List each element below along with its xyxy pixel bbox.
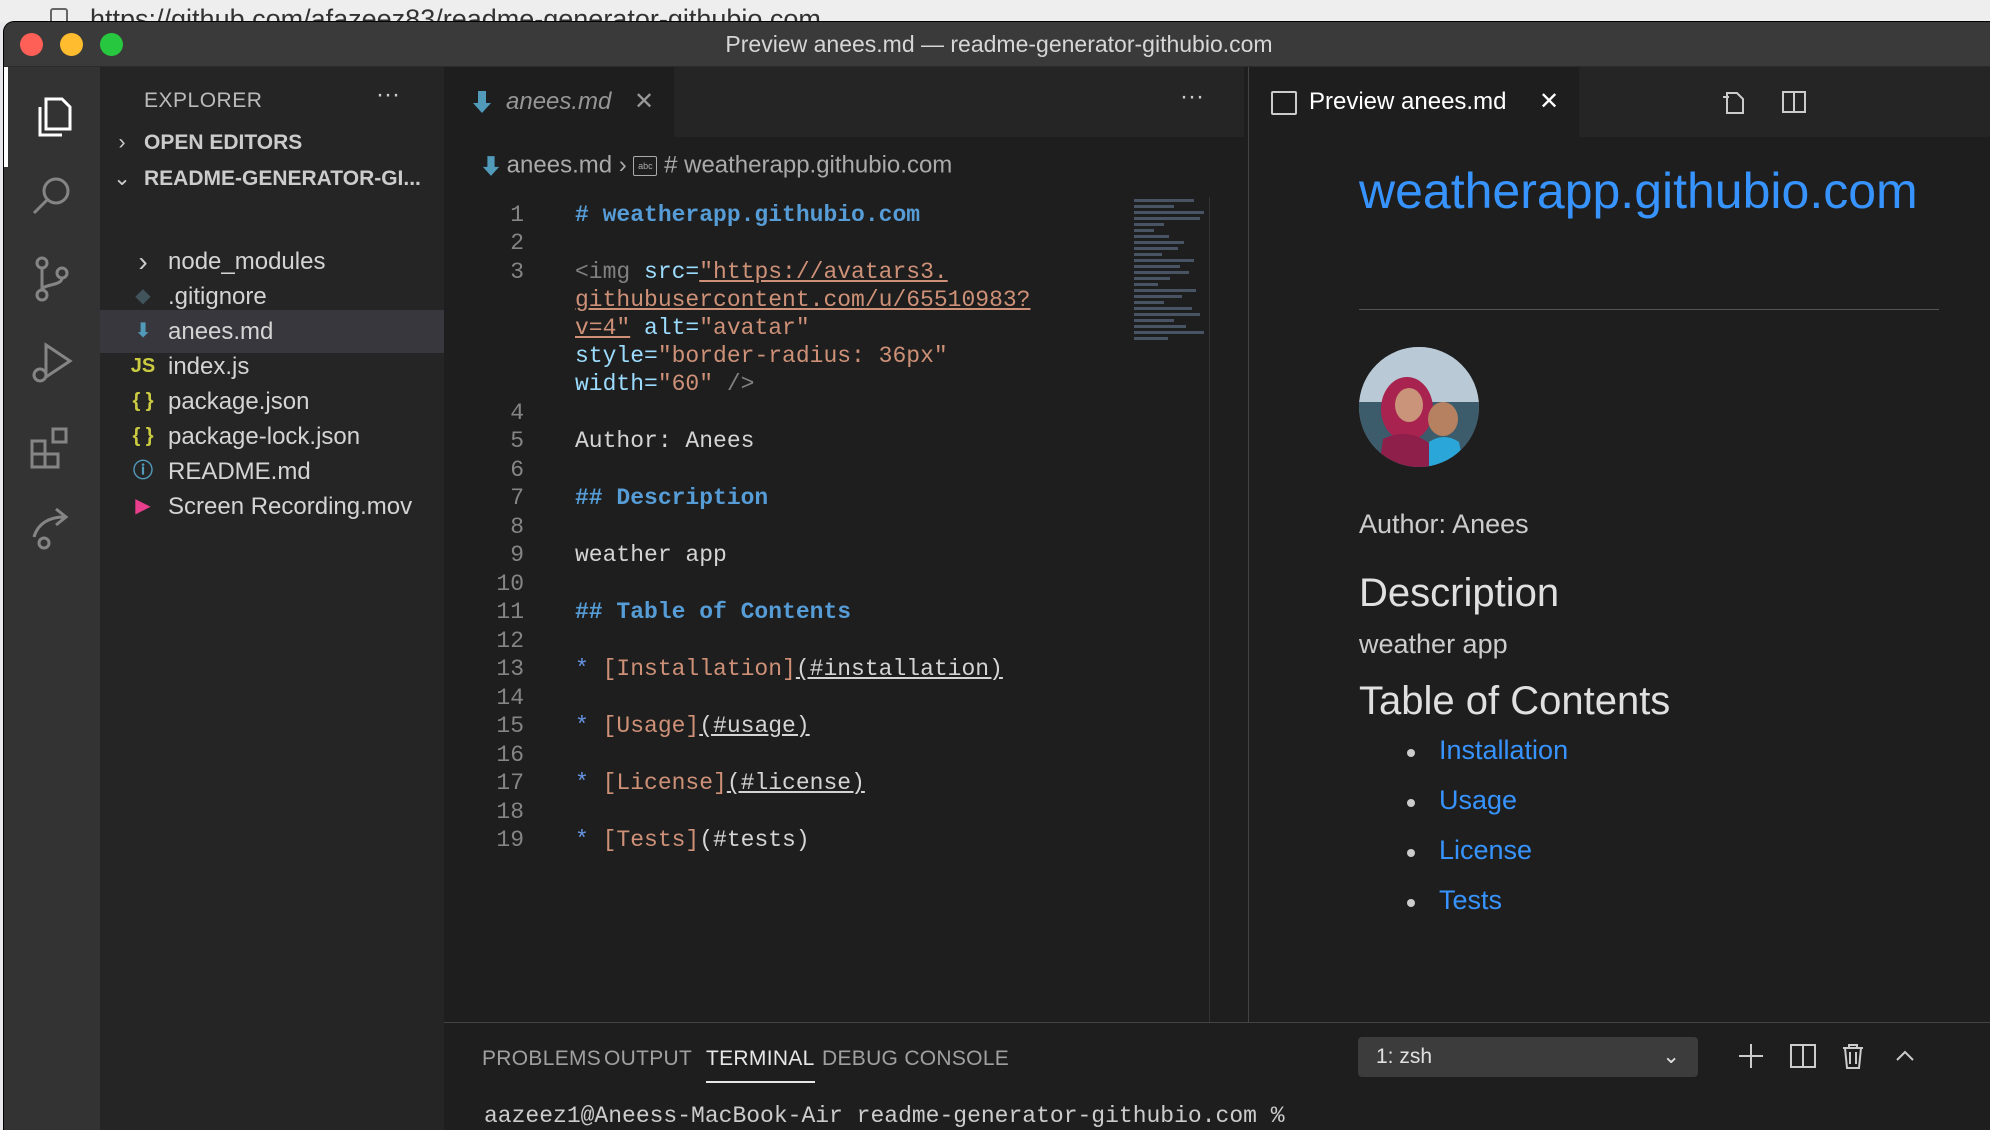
add-terminal-icon[interactable]: [1734, 1039, 1768, 1073]
preview-icon: [1271, 91, 1297, 115]
toc-link[interactable]: Tests: [1406, 885, 1502, 916]
chevron-down-icon: ⌄: [1662, 1045, 1680, 1068]
file-name: Screen Recording.mov: [168, 493, 413, 520]
editor-tabs: anees.md ✕ ···: [444, 67, 1244, 137]
explorer-header: EXPLORER: [144, 89, 263, 112]
preview-title: weatherapp.githubio.com: [1359, 163, 1918, 219]
title-bar: Preview anees.md — readme-generator-gith…: [4, 22, 1990, 67]
line-number: 3: [510, 259, 524, 285]
vscode-window: Preview anees.md — readme-generator-gith…: [4, 22, 1990, 1130]
split-terminal-icon[interactable]: [1786, 1039, 1820, 1073]
chevron-right-icon: ›: [118, 131, 126, 154]
close-tab-icon[interactable]: ✕: [1539, 67, 1559, 137]
code-line: * [Tests](#tests): [575, 827, 810, 853]
breadcrumb-symbol[interactable]: # weatherapp.githubio.com: [664, 152, 952, 179]
code-line: weather app: [575, 542, 727, 568]
lock-icon: [50, 8, 68, 22]
avatar: [1359, 347, 1479, 467]
panel-tab-terminal[interactable]: TERMINAL: [706, 1047, 815, 1083]
markdown-icon: [482, 155, 500, 176]
code-line: # weatherapp.githubio.com: [575, 202, 921, 228]
live-share-icon[interactable]: [4, 479, 100, 579]
breadcrumb-separator: ›: [618, 151, 627, 179]
string-symbol-icon: abc: [633, 155, 658, 176]
code-line: ## Table of Contents: [575, 599, 852, 625]
tab-anees-md[interactable]: anees.md ✕: [444, 67, 674, 137]
markdown-preview: Preview anees.md ✕ weatherapp.githubio.c…: [1248, 67, 1990, 1022]
trash-icon[interactable]: [1836, 1039, 1870, 1073]
vertical-scrollbar[interactable]: [1209, 197, 1210, 1022]
code-line: * [License](#license): [575, 770, 865, 796]
code-line: * [Usage](#usage): [575, 713, 810, 739]
panel-tab-output[interactable]: OUTPUT: [604, 1047, 692, 1071]
preview-tabs: Preview anees.md ✕: [1249, 67, 1990, 137]
close-tab-icon[interactable]: ✕: [634, 67, 654, 137]
code-line: ## Description: [575, 485, 769, 511]
panel-tab-debug-console[interactable]: DEBUG CONSOLE: [822, 1047, 1009, 1071]
toc-link[interactable]: License: [1406, 835, 1532, 866]
split-editor-icon[interactable]: [1781, 89, 1807, 115]
more-actions-icon[interactable]: ···: [1180, 83, 1204, 111]
preview-description: weather app: [1359, 629, 1508, 659]
terminal-prompt[interactable]: aazeez1@Aneess-MacBook-Air readme-genera…: [484, 1103, 1285, 1129]
divider: [1359, 309, 1939, 310]
preview-heading-description: Description: [1359, 571, 1560, 615]
toc-link[interactable]: Usage: [1406, 785, 1517, 816]
breadcrumb: anees.md › abc # weatherapp.githubio.com: [482, 151, 952, 180]
code-line: * [Installation](#installation): [575, 656, 1003, 682]
browser-url[interactable]: https://github.com/afazeez83/readme-gene…: [90, 6, 821, 23]
explorer-sidebar: EXPLORER ··· › OPEN EDITORS ⌄ README-GEN…: [100, 67, 444, 1130]
bottom-panel: PROBLEMS OUTPUT TERMINAL DEBUG CONSOLE 1: z…: [444, 1022, 1990, 1130]
code-line: width="60" />: [575, 371, 755, 397]
editor-group: anees.md ✕ ··· anees.md › abc # weathera…: [444, 67, 1244, 1022]
chevron-up-icon[interactable]: [1888, 1039, 1922, 1073]
preview-author: Author: Anees: [1359, 509, 1529, 539]
video-icon: ▶: [135, 495, 151, 517]
window-title: Preview anees.md — readme-generator-gith…: [725, 31, 1273, 57]
markdown-icon: [473, 91, 491, 113]
preview-heading-toc: Table of Contents: [1359, 679, 1671, 723]
tab-preview-anees-md[interactable]: Preview anees.md ✕: [1249, 67, 1579, 137]
file-item[interactable]: ▶ Screen Recording.mov: [100, 485, 444, 528]
chevron-down-icon: ⌄: [113, 167, 131, 190]
code-line: Author: Anees: [575, 428, 755, 454]
minimap[interactable]: [1134, 199, 1204, 469]
line-number: 19: [496, 827, 524, 853]
browser-url-strip: https://github.com/afazeez83/readme-gene…: [0, 0, 1990, 22]
activity-bar: [4, 67, 100, 1130]
project-section[interactable]: ⌄ README-GENERATOR-GI...: [100, 159, 444, 199]
open-editors-section[interactable]: › OPEN EDITORS: [100, 123, 444, 163]
panel-tab-problems[interactable]: PROBLEMS: [482, 1047, 601, 1071]
terminal-select[interactable]: 1: zsh ⌄: [1358, 1037, 1698, 1077]
open-source-icon[interactable]: [1721, 89, 1747, 115]
breadcrumb-file[interactable]: anees.md: [507, 152, 612, 179]
toc-link[interactable]: Installation: [1406, 735, 1568, 766]
more-actions-icon[interactable]: ···: [376, 81, 400, 109]
